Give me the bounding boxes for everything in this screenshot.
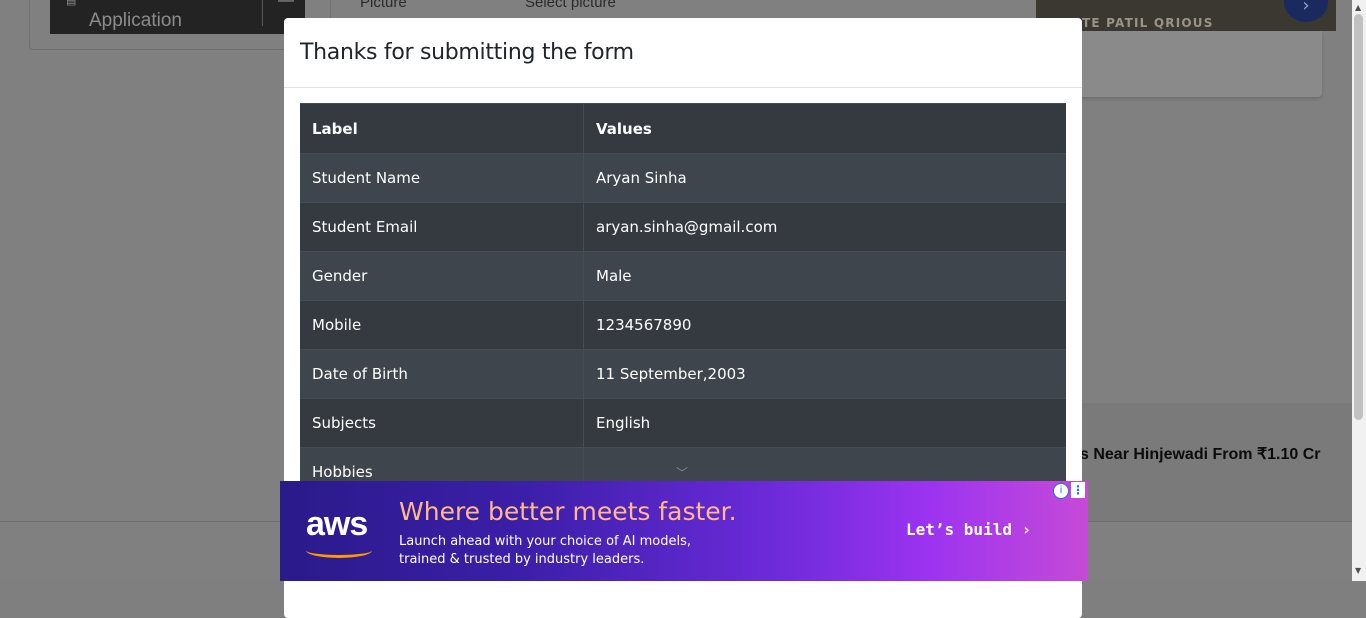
row-label: Subjects: [300, 398, 584, 448]
scrollbar-thumb[interactable]: [1354, 14, 1363, 420]
ad-menu-icon[interactable]: ⋮: [1071, 482, 1085, 498]
submission-table: Label Values Student Name Aryan Sinha St…: [300, 103, 1066, 496]
top-ad-text: TE PATIL QRIOUS: [1082, 16, 1214, 30]
row-label: Mobile: [300, 300, 584, 350]
page-scrollbar[interactable]: ▲ ▼: [1352, 0, 1366, 581]
modal-header: Thanks for submitting the form: [284, 18, 1082, 88]
row-value: aryan.sinha@gmail.com: [583, 202, 1066, 252]
row-label: Student Email: [300, 202, 584, 252]
row-label: Gender: [300, 251, 584, 301]
table-row: Student Name Aryan Sinha: [300, 153, 1066, 203]
modal-title: Thanks for submitting the form: [300, 40, 634, 65]
column-header-values: Values: [583, 103, 1066, 154]
ad-info-icon[interactable]: i: [1053, 483, 1069, 499]
ad-headline: Where better meets faster.: [399, 497, 737, 526]
scroll-up-icon[interactable]: ▲: [1355, 3, 1361, 12]
row-value: 1234567890: [583, 300, 1066, 350]
menu-icon[interactable]: —: [278, 0, 294, 10]
column-header-label: Label: [300, 103, 584, 154]
table-row: Mobile 1234567890: [300, 300, 1066, 350]
table-row: Gender Male: [300, 251, 1066, 301]
row-value: 11 September,2003: [583, 349, 1066, 399]
table-header-row: Label Values: [300, 103, 1066, 154]
row-value: Aryan Sinha: [583, 153, 1066, 203]
scroll-down-icon[interactable]: ▼: [1355, 566, 1361, 575]
row-label: Student Name: [300, 153, 584, 203]
row-value: English: [583, 398, 1066, 448]
table-row: Date of Birth 11 September,2003: [300, 349, 1066, 399]
picture-input[interactable]: Select picture: [525, 0, 616, 11]
aws-smile-icon: [306, 543, 372, 558]
table-row: Subjects English: [300, 398, 1066, 448]
aws-ad-banner[interactable]: aws Where better meets faster. Launch ah…: [280, 481, 1088, 581]
chevron-right-icon[interactable]: ›: [1284, 0, 1328, 22]
row-value: Male: [583, 251, 1066, 301]
banner-ad-text[interactable]: s Near Hinjewadi From ₹1.10 Cr: [1080, 444, 1320, 464]
ad-cta-button[interactable]: Let’s build ›: [906, 520, 1031, 539]
book-icon: ▤: [66, 0, 77, 7]
aws-logo: aws: [306, 505, 368, 543]
ad-subtext: Launch ahead with your choice of AI mode…: [399, 534, 691, 567]
row-label: Date of Birth: [300, 349, 584, 399]
divider: [262, 0, 263, 26]
table-row: Student Email aryan.sinha@gmail.com: [300, 202, 1066, 252]
left-panel-header: ▤ Application —: [50, 0, 305, 34]
app-label: Application: [89, 10, 182, 31]
picture-label: Picture: [360, 0, 407, 11]
chevron-down-icon: ﹀: [676, 466, 689, 480]
